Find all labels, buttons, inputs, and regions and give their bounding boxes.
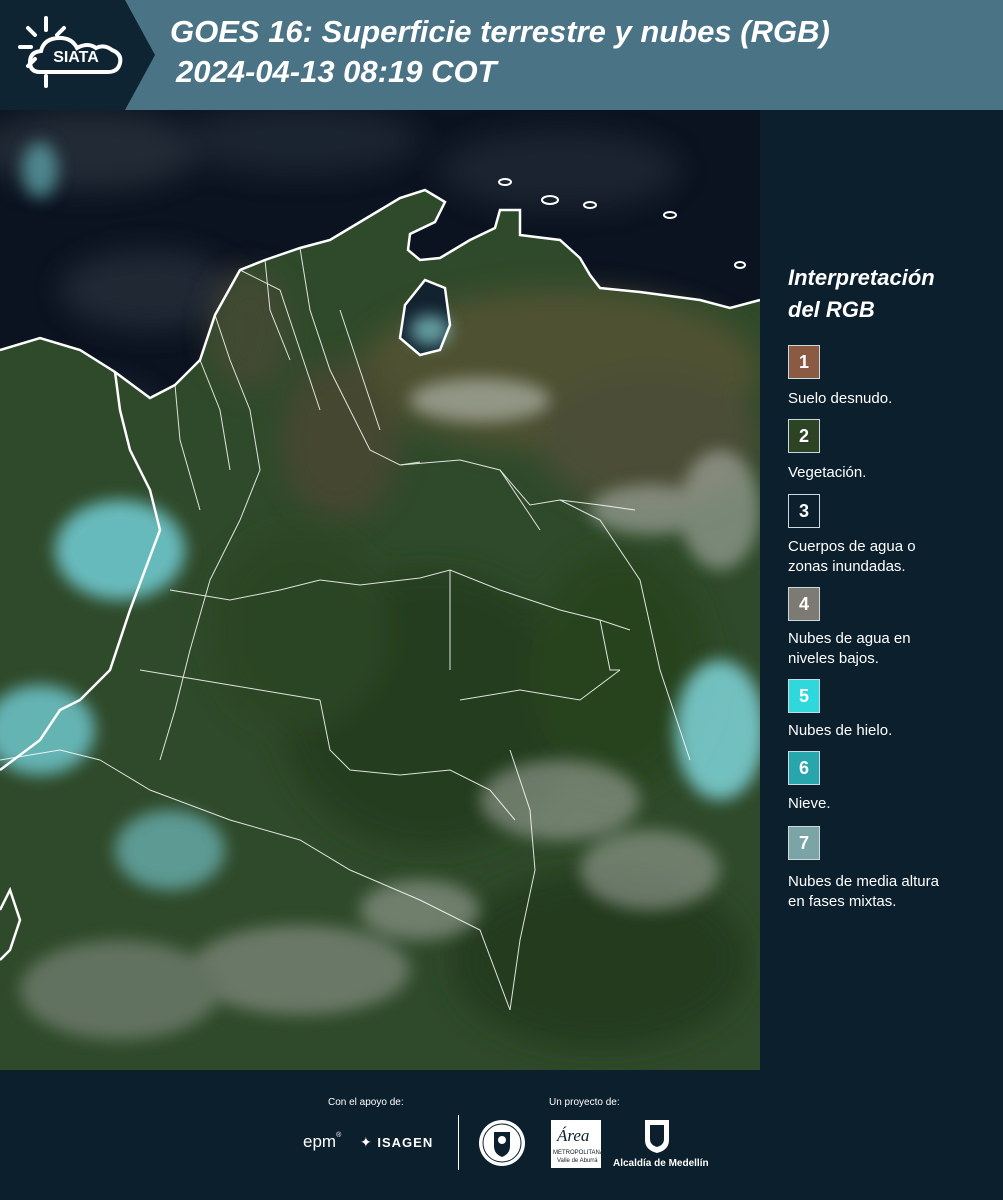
header-bar: SIATA GOES 16: Superficie terrestre y nu… [0, 0, 1003, 110]
footer-divider [458, 1115, 459, 1170]
footer: Con el apoyo de: Un proyecto de: epm® ✦ … [0, 1070, 1003, 1200]
legend-title-line1: Interpretación [788, 265, 935, 290]
legend-swatch-6: 6 [788, 751, 820, 785]
isagen-logo[interactable]: ✦ ISAGEN [360, 1134, 433, 1151]
legend-swatch-1: 1 [788, 345, 820, 379]
legend-swatch-7: 7 [788, 826, 820, 860]
medellin-seal-icon[interactable] [477, 1118, 527, 1168]
legend-swatch-3: 3 [788, 494, 820, 528]
legend-title-line2: del RGB [788, 297, 875, 322]
isagen-icon: ✦ [360, 1134, 373, 1150]
legend-text-2: Vegetación. [788, 464, 867, 481]
alcaldia-shield-icon[interactable] [643, 1118, 671, 1154]
page-title: GOES 16: Superficie terrestre y nubes (R… [170, 14, 830, 49]
satellite-map[interactable] [0, 110, 760, 1070]
logo-text: SIATA [53, 49, 99, 66]
legend-swatch-4: 4 [788, 587, 820, 621]
legend-swatch-5: 5 [788, 679, 820, 713]
legend-text-3: Cuerpos de agua o zonas inundadas. [788, 538, 916, 575]
legend-swatch-2: 2 [788, 419, 820, 453]
legend-text-5: Nubes de hielo. [788, 722, 893, 739]
support-label: Con el apoyo de: [328, 1097, 404, 1108]
page-timestamp: 2024-04-13 08:19 COT [176, 54, 497, 89]
epm-logo[interactable]: epm® [303, 1132, 341, 1152]
alcaldia-label: Alcaldía de Medellín [613, 1158, 709, 1169]
siata-logo[interactable]: SIATA [0, 0, 155, 110]
project-label: Un proyecto de: [549, 1097, 620, 1108]
legend-text-1: Suelo desnudo. [788, 390, 893, 407]
satellite-map-svg [0, 110, 760, 1070]
legend-text-4: Nubes de agua en niveles bajos. [788, 630, 911, 667]
area-metropolitana-logo[interactable]: Área METROPOLITANA Valle de Aburrá [551, 1120, 604, 1168]
legend-text-7: Nubes de media altura en fases mixtas. [788, 873, 939, 910]
legend-title: Interpretación del RGB [788, 262, 988, 326]
legend-text-6: Nieve. [788, 795, 831, 812]
